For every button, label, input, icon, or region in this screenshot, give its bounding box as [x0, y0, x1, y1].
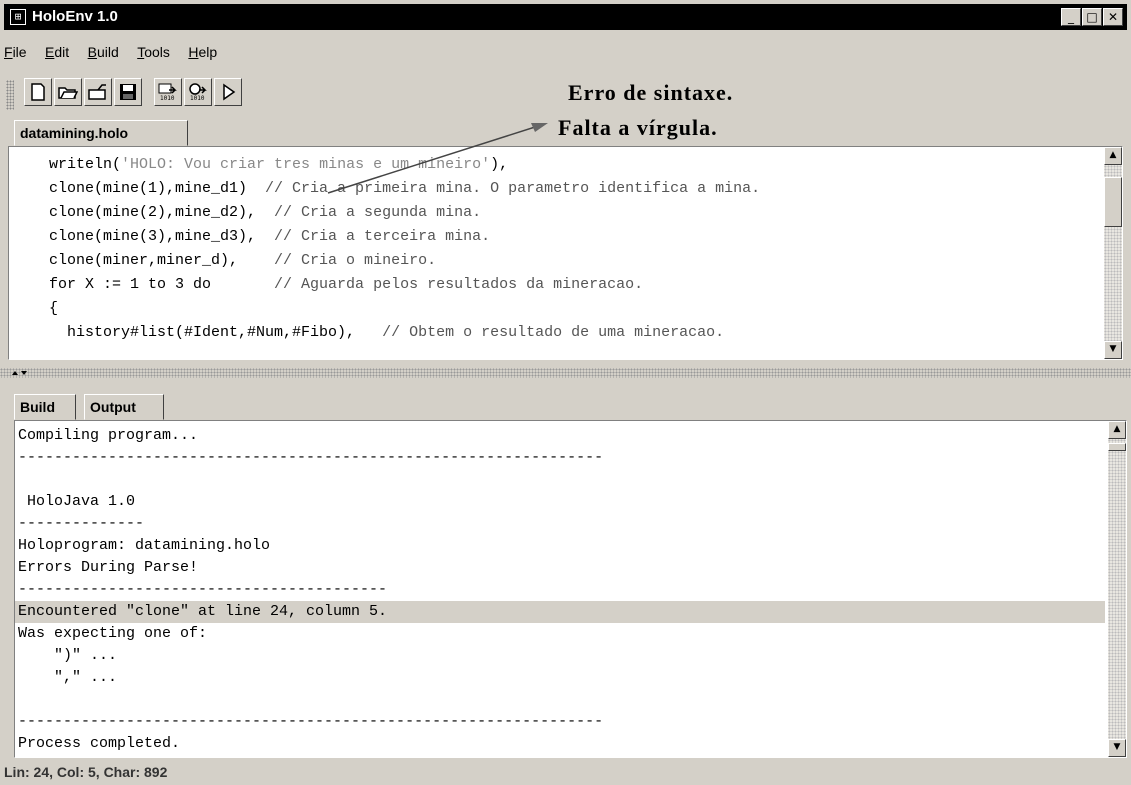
output-line-selected[interactable]: Encountered "clone" at line 24, column 5…	[15, 601, 1105, 623]
pane-splitter[interactable]	[0, 368, 1131, 378]
status-bar: Lin: 24, Col: 5, Char: 892	[4, 764, 168, 780]
output-line[interactable]: Was expecting one of:	[15, 623, 1105, 645]
output-scrollbar[interactable]: ▲ ▼	[1108, 421, 1126, 757]
output-line[interactable]: Errors During Parse!	[15, 557, 1105, 579]
output-scroll-thumb[interactable]	[1108, 443, 1126, 451]
output-line[interactable]: ")" ...	[15, 645, 1105, 667]
output-line[interactable]	[15, 469, 1105, 491]
output-line[interactable]: ----------------------------------------…	[15, 447, 1105, 469]
tab-output[interactable]: Output	[84, 394, 164, 420]
output-lines: Compiling program... --------------------…	[15, 425, 1105, 755]
output-line[interactable]: Process completed.	[15, 733, 1105, 755]
output-line[interactable]: HoloJava 1.0	[15, 491, 1105, 513]
output-line[interactable]: --------------	[15, 513, 1105, 535]
output-scroll-down-button[interactable]: ▼	[1108, 739, 1126, 757]
splitter-arrows-icon	[12, 371, 27, 375]
output-line[interactable]: Compiling program...	[15, 425, 1105, 447]
tab-build[interactable]: Build	[14, 394, 76, 420]
output-scroll-up-button[interactable]: ▲	[1108, 421, 1126, 439]
output-line[interactable]	[15, 689, 1105, 711]
output-line[interactable]: ----------------------------------------…	[15, 579, 1105, 601]
output-line[interactable]: Holoprogram: datamining.holo	[15, 535, 1105, 557]
output-line[interactable]: ----------------------------------------…	[15, 711, 1105, 733]
build-output-panel[interactable]: Compiling program... --------------------…	[14, 420, 1127, 758]
output-line[interactable]: "," ...	[15, 667, 1105, 689]
main-window: ⊞ HoloEnv 1.0 _ □ ✕ File Edit Build Tools …	[0, 0, 1131, 785]
